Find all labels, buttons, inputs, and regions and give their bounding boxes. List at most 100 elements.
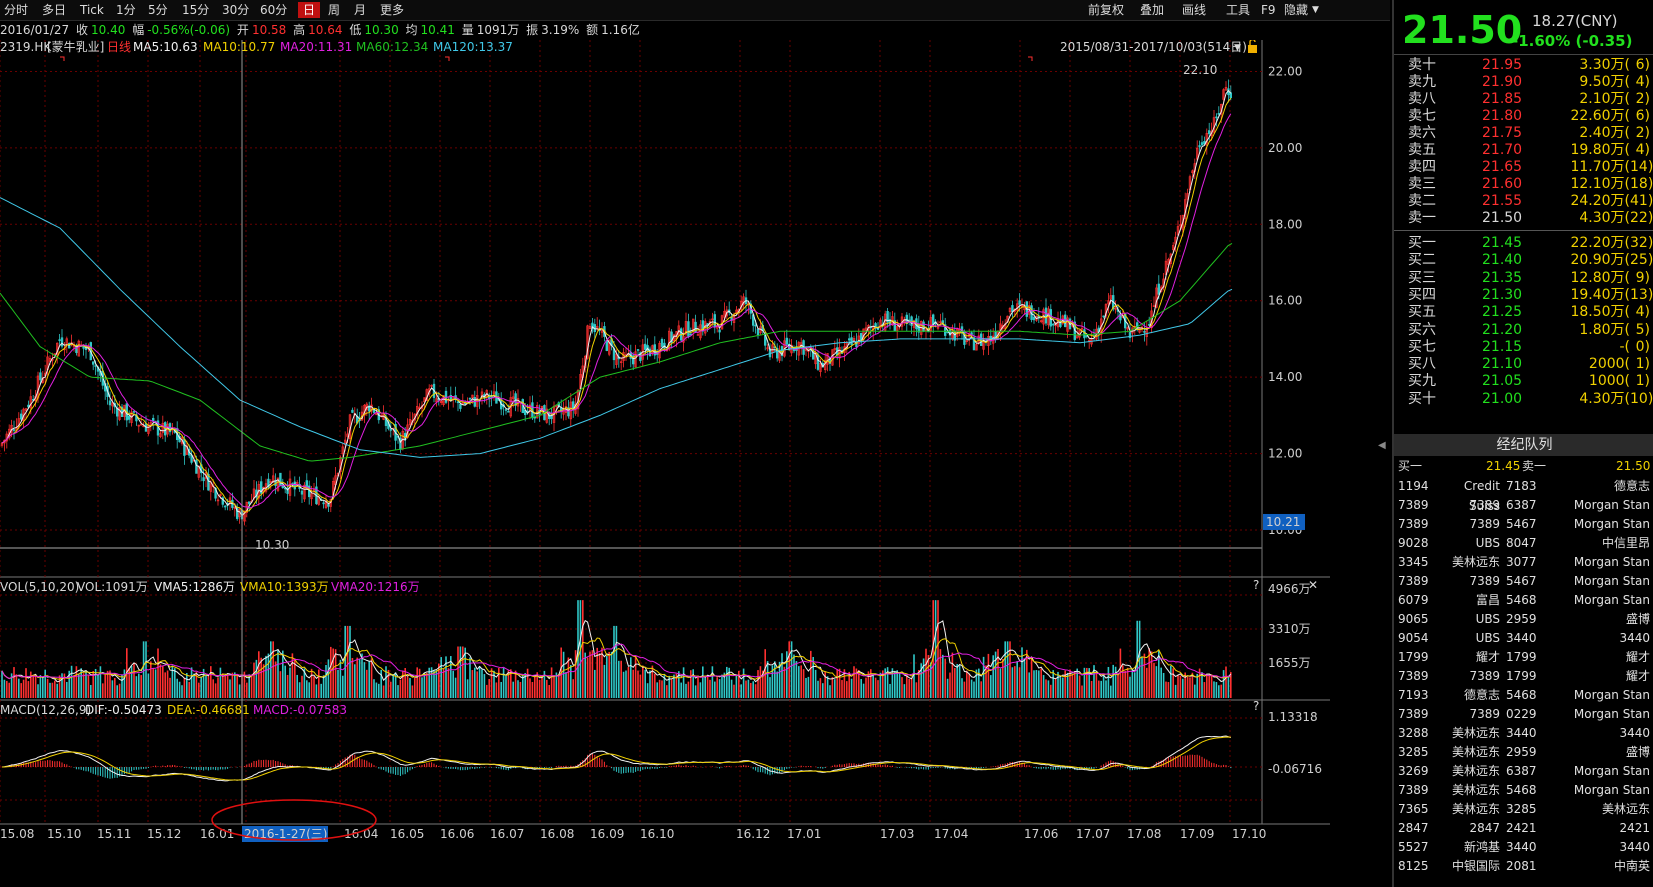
- volume-bar: [903, 684, 906, 698]
- volume-bar: [982, 656, 985, 698]
- broker-row[interactable]: 7389 美林远东 5468 Morgan Stan: [1394, 780, 1653, 800]
- close-icon[interactable]: ✕: [1308, 578, 1318, 592]
- tab-intraday[interactable]: 分时: [4, 2, 28, 18]
- bid-row[interactable]: 买四 21.30 19.40万(13): [1394, 286, 1653, 304]
- bid-row[interactable]: 买九 21.05 1000(1): [1394, 372, 1653, 390]
- tab-5min[interactable]: 5分: [148, 2, 168, 18]
- ask-row[interactable]: 卖二 21.55 24.20万(41): [1394, 192, 1653, 210]
- order-level-price: 21.05: [1482, 373, 1523, 390]
- broker-cell: 7389: [1398, 517, 1429, 531]
- order-level-label: 买三: [1408, 269, 1436, 286]
- volume-bar: [1225, 666, 1227, 698]
- change-label: 幅: [132, 23, 145, 37]
- broker-row[interactable]: 3288 美林远东 3440 3440: [1394, 723, 1653, 743]
- tools-button[interactable]: 工具: [1226, 2, 1250, 18]
- volume-bar: [258, 651, 260, 698]
- broker-cell: 5468: [1506, 783, 1537, 797]
- broker-row[interactable]: 7365 美林远东 3285 美林远东: [1394, 799, 1653, 819]
- broker-row[interactable]: 7389 7389 0229 Morgan Stan: [1394, 704, 1653, 724]
- bid-row[interactable]: 买二 21.40 20.90万(25): [1394, 251, 1653, 269]
- hide-dropdown-icon[interactable]: ▼: [1312, 2, 1319, 18]
- low-label: 低: [349, 23, 362, 37]
- volume-bar: [1110, 685, 1112, 698]
- tab-daily[interactable]: 日: [298, 2, 321, 18]
- broker-row[interactable]: 3345 美林远东 3077 Morgan Stan: [1394, 552, 1653, 572]
- bid-row[interactable]: 买七 21.15 -(0): [1394, 338, 1653, 356]
- time-tick-label: 16.12: [736, 827, 770, 841]
- order-level-label: 卖九: [1408, 74, 1436, 90]
- volume-bar: [661, 680, 663, 698]
- tab-1min[interactable]: 1分: [116, 2, 136, 18]
- volume-bar: [925, 648, 927, 698]
- tab-60min[interactable]: 60分: [260, 2, 287, 18]
- volume-bar: [476, 671, 478, 698]
- f9-button[interactable]: F9: [1261, 2, 1276, 18]
- bid-row[interactable]: 买十 21.00 4.30万(10): [1394, 390, 1653, 408]
- kline-chart[interactable]: 22.0020.0018.0016.0014.0012.0010.0010.21…: [0, 40, 1330, 887]
- tab-weekly[interactable]: 周: [328, 2, 340, 18]
- tab-30min[interactable]: 30分: [222, 2, 249, 18]
- volume-bar: [1124, 670, 1126, 698]
- volume-bar: [320, 683, 322, 698]
- volume-bar: [610, 651, 613, 698]
- collapse-arrow-icon[interactable]: ◀: [1378, 440, 1388, 454]
- broker-row[interactable]: 7193 德意志 5468 Morgan Stan: [1394, 685, 1653, 705]
- ask-row[interactable]: 卖九 21.90 9.50万(4): [1394, 73, 1653, 91]
- time-tick-label: 17.10: [1232, 827, 1266, 841]
- volume-bar: [178, 681, 181, 698]
- draw-button[interactable]: 画线: [1182, 2, 1206, 18]
- tab-tick[interactable]: Tick: [80, 2, 104, 18]
- broker-row[interactable]: 1194 Credit Suiss 7183 德意志: [1394, 476, 1653, 513]
- broker-row[interactable]: 3269 美林远东 6387 Morgan Stan: [1394, 761, 1653, 781]
- range-dropdown-icon[interactable]: ▼: [1234, 43, 1241, 53]
- broker-cell: 3440: [1506, 631, 1537, 645]
- broker-row[interactable]: 8125 中银国际 2081 中南英: [1394, 856, 1653, 876]
- broker-row[interactable]: 9065 UBS 2959 盛博: [1394, 609, 1653, 629]
- ask-row[interactable]: 卖七 21.80 22.60万(6): [1394, 107, 1653, 125]
- tab-more[interactable]: 更多: [380, 2, 404, 18]
- broker-row[interactable]: 3285 美林远东 2959 盛博: [1394, 742, 1653, 762]
- time-tick-label: 17.09: [1180, 827, 1214, 841]
- order-level-count: 6): [1635, 57, 1650, 73]
- volume-bar: [32, 676, 34, 698]
- bid-row[interactable]: 买五 21.25 18.50万(4): [1394, 303, 1653, 321]
- broker-row[interactable]: 7389 7389 6387 Morgan Stan: [1394, 495, 1653, 515]
- chart-axes: 22.0020.0018.0016.0014.0012.0010.0010.21…: [0, 40, 1322, 842]
- hide-button[interactable]: 隐藏: [1284, 2, 1308, 18]
- broker-row[interactable]: 2847 2847 2421 2421: [1394, 818, 1653, 838]
- ask-row[interactable]: 卖四 21.65 11.70万(14): [1394, 158, 1653, 176]
- tab-monthly[interactable]: 月: [354, 2, 366, 18]
- broker-row[interactable]: 7389 7389 5467 Morgan Stan: [1394, 571, 1653, 591]
- volume-bar: [159, 664, 162, 698]
- overlay-button[interactable]: 叠加: [1140, 2, 1164, 18]
- ask-row[interactable]: 卖十 21.95 3.30万(6): [1394, 56, 1653, 74]
- bid-row[interactable]: 买一 21.45 22.20万(32): [1394, 234, 1653, 252]
- ask-row[interactable]: 卖一 21.50 4.30万(22): [1394, 209, 1653, 227]
- tab-multi-day[interactable]: 多日: [42, 2, 66, 18]
- ask-row[interactable]: 卖三 21.60 12.10万(18): [1394, 175, 1653, 193]
- broker-row[interactable]: 6079 富昌 5468 Morgan Stan: [1394, 590, 1653, 610]
- tab-15min[interactable]: 15分: [182, 2, 209, 18]
- order-level-count: 1): [1635, 356, 1650, 373]
- broker-row[interactable]: 9054 UBS 3440 3440: [1394, 628, 1653, 648]
- bid-row[interactable]: 买六 21.20 1.80万(5): [1394, 321, 1653, 339]
- bid-row[interactable]: 买八 21.10 2000(1): [1394, 355, 1653, 373]
- adjust-button[interactable]: 前复权: [1088, 2, 1124, 18]
- low-value: 10.30: [364, 23, 399, 37]
- broker-row[interactable]: 1799 耀才 1799 耀才: [1394, 647, 1653, 667]
- broker-row[interactable]: 5527 新鸿基 3440 3440: [1394, 837, 1653, 857]
- macd-help-icon[interactable]: ?: [1253, 699, 1259, 713]
- bid-row[interactable]: 买三 21.35 12.80万(9): [1394, 269, 1653, 287]
- volume-bar: [937, 600, 939, 698]
- broker-row[interactable]: 7389 7389 1799 耀才: [1394, 666, 1653, 686]
- broker-row[interactable]: 9028 UBS 8047 中信里昂: [1394, 533, 1653, 553]
- lock-icon[interactable]: [1248, 40, 1257, 53]
- volume-bar: [387, 669, 390, 698]
- broker-row[interactable]: 7389 7389 5467 Morgan Stan: [1394, 514, 1653, 534]
- volume-bar: [514, 670, 517, 698]
- vol-help-icon[interactable]: ?: [1253, 578, 1259, 592]
- ask-row[interactable]: 卖八 21.85 2.10万(2): [1394, 90, 1653, 108]
- ask-row[interactable]: 卖六 21.75 2.40万(2): [1394, 124, 1653, 142]
- range-label[interactable]: 2015/08/31-2017/10/03(514日): [1060, 40, 1247, 54]
- ask-row[interactable]: 卖五 21.70 19.80万(4): [1394, 141, 1653, 159]
